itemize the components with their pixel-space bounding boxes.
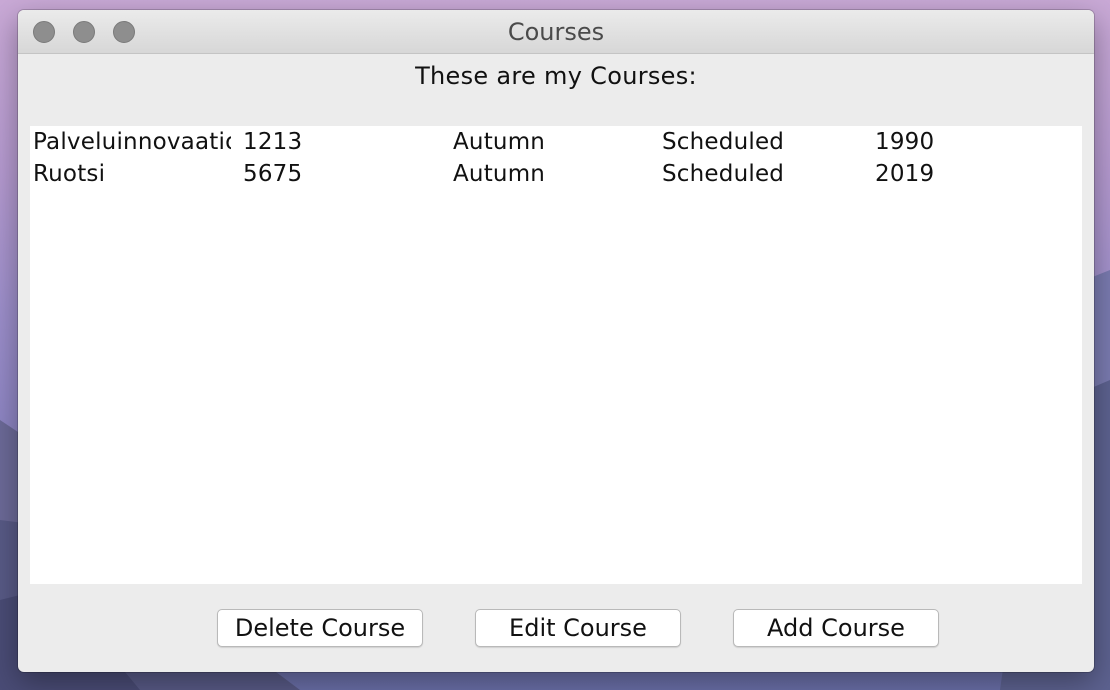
course-status: Scheduled (662, 161, 785, 187)
course-row[interactable]: Palveluinnovaatio 1213 Autumn Scheduled … (30, 126, 1082, 158)
course-code: 1213 (243, 129, 303, 155)
course-name: Palveluinnovaatio (33, 129, 231, 155)
course-list[interactable]: Palveluinnovaatio 1213 Autumn Scheduled … (30, 126, 1082, 584)
course-year: 1990 (875, 129, 935, 155)
page-heading: These are my Courses: (415, 62, 697, 90)
window-title: Courses (507, 18, 605, 46)
course-year: 2019 (875, 161, 935, 187)
course-name: Ruotsi (33, 161, 106, 187)
course-term: Autumn (453, 129, 546, 155)
add-course-button[interactable]: Add Course (733, 609, 939, 647)
desktop-background: Courses These are my Courses: Palveluinn… (0, 0, 1110, 690)
edit-course-button[interactable]: Edit Course (475, 609, 681, 647)
course-term: Autumn (453, 161, 546, 187)
delete-course-button[interactable]: Delete Course (217, 609, 423, 647)
course-status: Scheduled (662, 129, 785, 155)
courses-window: Courses These are my Courses: Palveluinn… (18, 10, 1094, 672)
title-bar[interactable]: Courses (18, 10, 1094, 54)
course-code: 5675 (243, 161, 303, 187)
course-row[interactable]: Ruotsi 5675 Autumn Scheduled 2019 (30, 158, 1082, 190)
